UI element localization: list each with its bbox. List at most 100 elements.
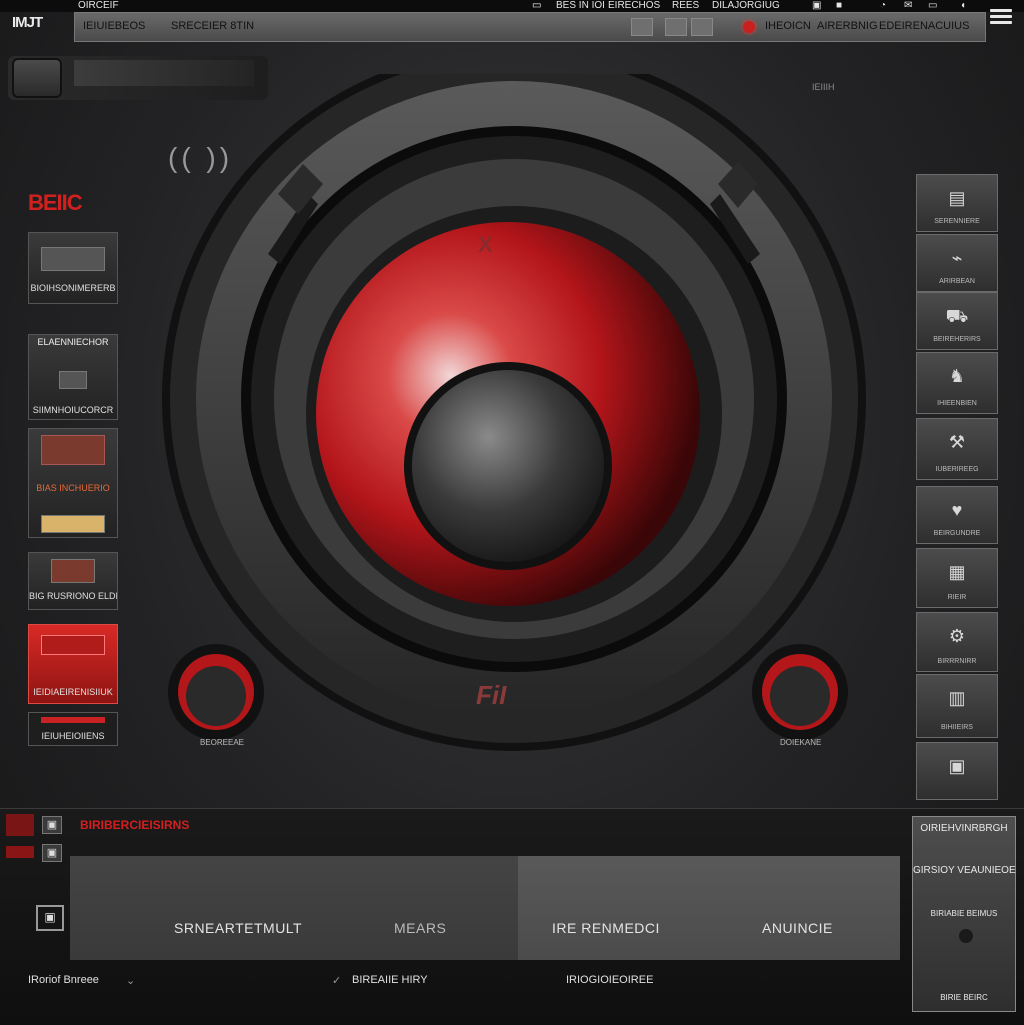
- tray-mail-icon[interactable]: ✉: [904, 0, 912, 12]
- right-panel-item-7[interactable]: ▦ RIEIR: [916, 548, 998, 608]
- toolbar-button-3[interactable]: [691, 18, 713, 36]
- right-panel-item-6[interactable]: ♥ BEIRGUNDRE: [916, 486, 998, 544]
- tray-lock-icon[interactable]: ▣: [812, 0, 821, 12]
- right-volume-knob[interactable]: [758, 656, 842, 740]
- right-item-label: SERENNIERE: [934, 218, 980, 225]
- left-panel-item-3[interactable]: BIAS INCHUERIO: [28, 428, 118, 538]
- bottom-record-icon[interactable]: ▣: [42, 816, 62, 834]
- bottom-square-icon[interactable]: ▣: [42, 844, 62, 862]
- record-icon[interactable]: [743, 21, 755, 33]
- tab-active-background: [518, 856, 900, 960]
- hamburger-menu-icon[interactable]: [990, 6, 1012, 32]
- bottom-title: BIRIBERCIEISIRNS: [80, 818, 190, 832]
- menu-tab-1[interactable]: IEIUIEBEOS: [83, 20, 145, 32]
- left-panel-item-1[interactable]: BIOIHSONIMERERB: [28, 232, 118, 304]
- left-panel-item-5[interactable]: IEIDIAEIRENISIIUK: [28, 624, 118, 704]
- tab-1[interactable]: SRNEARTETMULT: [174, 920, 302, 936]
- check-icon: ✓: [332, 975, 342, 987]
- menu-right-1[interactable]: IHEOICN: [765, 20, 811, 32]
- right-item-label: IUBERIREEG: [935, 466, 979, 473]
- system-menu-label[interactable]: OIRCEIF: [78, 0, 119, 12]
- book-icon: ▥: [948, 688, 966, 708]
- system-item-2[interactable]: EIRECHOS: [608, 0, 660, 12]
- panel-thumbnail: [59, 371, 87, 389]
- side-panel-label: GIRSIOY VEAUNIEOE: [913, 865, 1016, 876]
- panel-bar: [41, 717, 105, 723]
- tab-2[interactable]: MEARS: [394, 920, 446, 936]
- right-panel-item-4[interactable]: ♞ IHIEENBIEN: [916, 352, 998, 414]
- menu-tab-2[interactable]: SRECEIER 8TIN: [171, 20, 254, 32]
- bottom-red-indicator: [6, 814, 34, 836]
- tray-volume-icon[interactable]: ◖: [960, 0, 966, 12]
- panel-title: ELAENNIECHOR: [37, 337, 109, 347]
- speaker-center-mark: X: [478, 232, 493, 257]
- heart-icon: ♥: [951, 500, 963, 520]
- tray-wifi-icon[interactable]: ◔: [880, 0, 886, 12]
- right-item-label: ARIRBEAN: [939, 278, 975, 285]
- tools-icon: ⚒: [948, 432, 966, 452]
- left-volume-knob[interactable]: [174, 656, 258, 740]
- right-item-label: RIEIR: [947, 594, 967, 601]
- menu-bar: IEIUIEBEOS SRECEIER 8TIN IHEOICN AIRERBN…: [74, 12, 986, 42]
- car-icon: ⛟: [945, 306, 969, 326]
- panel-thumbnail: [51, 559, 95, 583]
- left-panel-item-2[interactable]: ELAENNIECHOR SIIMNHOIUCORCR: [28, 334, 118, 420]
- panel-caption: SIIMNHOIUCORCR: [32, 405, 114, 415]
- panel-thumbnail: [41, 635, 105, 655]
- tab-3[interactable]: IRE RENMEDCI: [552, 920, 660, 936]
- card-icon: ▣: [36, 905, 64, 931]
- panel-thumbnail: [41, 435, 105, 465]
- side-panel-title: OIRIEHVINRBRGH: [920, 823, 1008, 834]
- system-bar: OIRCEIF ▭ BES IN IOI EIRECHOS REES DILAJ…: [0, 0, 1024, 12]
- tray-camera-icon[interactable]: ■: [836, 0, 842, 12]
- track-thumbnail[interactable]: [12, 58, 62, 98]
- footer-status: BIREAIIE HIRY: [352, 974, 428, 986]
- panel-caption: IEIDIAEIRENISIIUK: [33, 687, 113, 697]
- right-panel-item-8[interactable]: ⚙ BIRRRNIRR: [916, 612, 998, 672]
- footer-device[interactable]: IRoriof Bnreee: [28, 974, 99, 986]
- menu-right-3[interactable]: EDEIRENACUIUS: [879, 20, 969, 32]
- app-logo: IMJT: [12, 14, 43, 31]
- system-item-1[interactable]: BES IN IOI: [556, 0, 605, 12]
- chevron-down-icon[interactable]: ⌄: [126, 974, 135, 987]
- gear-icon: ⚙: [948, 626, 966, 646]
- side-panel-knob[interactable]: [959, 929, 973, 943]
- tray-battery-icon[interactable]: ▭: [928, 0, 937, 12]
- toolbar-button-2[interactable]: [665, 18, 687, 36]
- side-card[interactable]: ▣: [26, 885, 70, 941]
- right-item-label: BEIRGUNDRE: [933, 530, 981, 537]
- bottom-red-bar: [6, 846, 34, 858]
- toolbar-button-1[interactable]: [631, 18, 653, 36]
- right-item-label: IHIEENBIEN: [937, 400, 977, 407]
- system-window-icon[interactable]: ▭: [532, 0, 541, 12]
- tab-4[interactable]: ANUINCIE: [762, 920, 833, 936]
- panel-thumbnail: [41, 247, 105, 271]
- panel-caption: BIG RUSRIONO ELDIANIGUNAS: [29, 591, 117, 601]
- right-panel-item-10[interactable]: ▣: [916, 742, 998, 800]
- plug-icon: ⌁: [951, 248, 963, 268]
- bottom-right-panel[interactable]: OIRIEHVINRBRGH GIRSIOY VEAUNIEOE BIRIABI…: [912, 816, 1016, 1012]
- right-panel-item-1[interactable]: ▤ SERENNIERE: [916, 174, 998, 232]
- panel-caption: IEIUHEIOIIENS: [41, 731, 105, 741]
- left-panel-item-6[interactable]: IEIUHEIOIIENS: [28, 712, 118, 746]
- screen-icon: ▦: [948, 562, 966, 582]
- left-panel-item-4[interactable]: BIG RUSRIONO ELDIANIGUNAS: [28, 552, 118, 610]
- footer-mode: IRIOGIOIEOIREE: [566, 974, 654, 986]
- panel-caption: BIOIHSONIMERERB: [30, 283, 116, 293]
- right-panel-item-5[interactable]: ⚒ IUBERIREEG: [916, 418, 998, 480]
- panel-bar: [41, 515, 105, 533]
- figure-icon: ♞: [948, 366, 966, 386]
- box-icon: ▣: [948, 756, 966, 776]
- film-icon: ▤: [948, 188, 966, 208]
- right-item-label: BIRRRNIRR: [937, 658, 977, 665]
- system-item-3[interactable]: REES: [672, 0, 699, 12]
- right-panel-item-3[interactable]: ⛟ BEIREHERIRS: [916, 292, 998, 350]
- right-panel-item-2[interactable]: ⌁ ARIRBEAN: [916, 234, 998, 292]
- system-item-4[interactable]: DILAJORGIUG: [712, 0, 780, 12]
- left-brand-label: BEIIC: [28, 190, 83, 215]
- right-item-label: BEIREHERIRS: [933, 336, 981, 343]
- side-panel-sub: BIRIABIE BEIMUS: [930, 909, 998, 918]
- menu-right-2[interactable]: AIRERBNIG: [817, 20, 878, 32]
- right-item-label: BIHIIEIRS: [941, 724, 973, 731]
- right-panel-item-9[interactable]: ▥ BIHIIEIRS: [916, 674, 998, 738]
